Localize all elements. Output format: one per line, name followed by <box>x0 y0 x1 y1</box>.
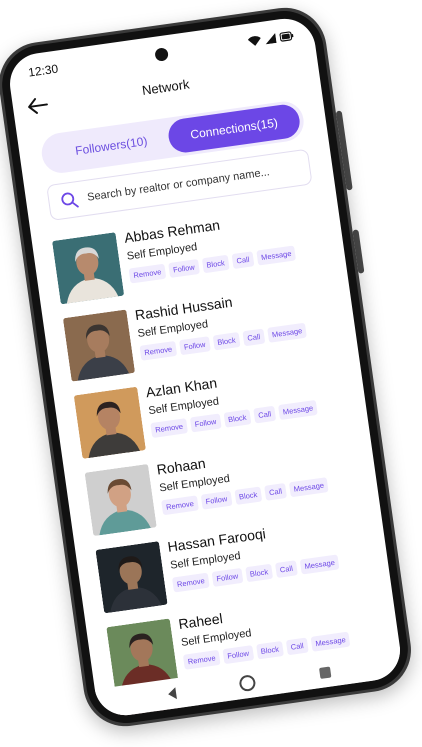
nav-home-icon[interactable] <box>238 674 257 693</box>
message-button[interactable]: Message <box>310 631 351 652</box>
follow-button[interactable]: Follow <box>168 258 200 278</box>
block-button[interactable]: Block <box>201 254 230 274</box>
message-button[interactable]: Message <box>288 477 329 498</box>
call-button[interactable]: Call <box>274 560 298 579</box>
remove-button[interactable]: Remove <box>150 418 188 439</box>
message-button[interactable]: Message <box>267 322 308 343</box>
follow-button[interactable]: Follow <box>178 336 211 356</box>
avatar[interactable] <box>95 541 168 614</box>
call-button[interactable]: Call <box>242 328 266 347</box>
wifi-icon <box>247 36 261 46</box>
remove-button[interactable]: Remove <box>139 340 178 361</box>
call-button[interactable]: Call <box>264 483 287 501</box>
message-button[interactable]: Message <box>256 245 297 266</box>
search-icon <box>61 192 79 208</box>
avatar[interactable] <box>84 463 157 537</box>
avatar[interactable] <box>62 309 136 382</box>
status-time: 12:30 <box>27 61 60 80</box>
remove-button[interactable]: Remove <box>182 649 221 670</box>
block-button[interactable]: Block <box>223 409 252 428</box>
follow-button[interactable]: Follow <box>200 490 233 510</box>
stage: 12:30 Network Followers(10) Connections(… <box>0 0 422 747</box>
phone-mockup: 12:30 Network Followers(10) Connections(… <box>0 2 417 732</box>
remove-button[interactable]: Remove <box>161 495 199 516</box>
nav-back-icon[interactable] <box>167 687 178 701</box>
follow-button[interactable]: Follow <box>189 413 222 433</box>
block-button[interactable]: Block <box>244 563 274 583</box>
call-button[interactable]: Call <box>231 251 255 270</box>
block-button[interactable]: Block <box>212 332 241 351</box>
follow-button[interactable]: Follow <box>211 567 244 587</box>
phone-screen: 12:30 Network Followers(10) Connections(… <box>6 14 404 720</box>
search-input[interactable] <box>84 159 311 205</box>
battery-icon <box>279 31 294 42</box>
remove-button[interactable]: Remove <box>171 572 210 593</box>
avatar[interactable] <box>73 386 146 459</box>
avatar[interactable] <box>51 232 125 305</box>
block-button[interactable]: Block <box>234 486 263 506</box>
nav-recents-icon[interactable] <box>318 666 332 679</box>
remove-button[interactable]: Remove <box>128 263 167 284</box>
follow-button[interactable]: Follow <box>222 645 254 665</box>
call-button[interactable]: Call <box>285 637 309 656</box>
tab-connections[interactable]: Connections(15) <box>166 102 302 155</box>
call-button[interactable]: Call <box>253 405 277 424</box>
block-button[interactable]: Block <box>255 640 284 660</box>
message-button[interactable]: Message <box>277 399 319 421</box>
tab-followers[interactable]: Followers(10) <box>44 120 179 172</box>
signal-icon <box>265 32 277 45</box>
message-button[interactable]: Message <box>299 554 340 575</box>
